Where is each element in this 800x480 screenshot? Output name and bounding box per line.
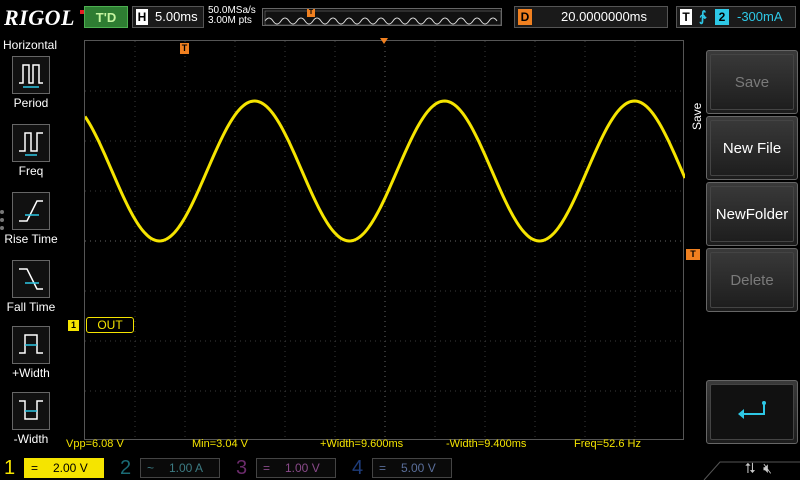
timebase-box[interactable]: H 5.00ms	[132, 6, 204, 28]
delay-box[interactable]: D 20.0000000ms	[514, 6, 668, 28]
channel2-scale: 1.00 A	[169, 461, 204, 475]
channel3-settings: = 1.00 V	[256, 458, 336, 478]
channel1-offset-marker[interactable]: 1	[68, 320, 79, 331]
horizontal-measure-menu: Horizontal Period Freq Rise Time Fall Ti…	[0, 36, 62, 456]
new-folder-button-label: NewFolder	[710, 186, 794, 242]
measure-freq: Freq=52.6 Hz	[574, 438, 641, 450]
memory-waveform-preview	[264, 10, 501, 25]
fall-time-label: Fall Time	[6, 300, 56, 314]
channel4-number: 4	[352, 457, 364, 479]
period-label: Period	[13, 96, 49, 110]
memory-trigger-marker: T	[307, 9, 315, 17]
new-file-button[interactable]: New File	[706, 116, 798, 180]
channel4-coupling: =	[379, 461, 387, 475]
mute-speaker-icon[interactable]: 🔇︎	[763, 460, 772, 476]
system-status-icons: ⮁ 🔇︎	[744, 460, 776, 477]
trigger-level: -300mA	[737, 9, 783, 24]
positive-width-label: +Width	[12, 366, 50, 380]
positive-width-icon	[12, 326, 50, 364]
back-button[interactable]	[706, 380, 798, 444]
measure-period[interactable]: Period	[0, 56, 62, 118]
acquisition-info: 50.0MSa/s 3.00M pts	[208, 6, 256, 26]
channel3-number: 3	[236, 457, 248, 479]
rise-time-label: Rise Time	[4, 232, 58, 246]
timebase-value: 5.00ms	[155, 9, 198, 24]
measure-nwidth: -Width=9.400ms	[446, 438, 527, 450]
rigol-logo: RIGOL	[4, 5, 75, 30]
channel2-number: 2	[120, 457, 132, 479]
graticule	[85, 41, 685, 441]
delete-button[interactable]: Delete	[706, 248, 798, 312]
trigger-position-marker[interactable]: T	[180, 43, 189, 54]
new-folder-button[interactable]: NewFolder	[706, 182, 798, 246]
channel2-settings: ~ 1.00 A	[140, 458, 220, 478]
negative-width-label: -Width	[13, 432, 49, 446]
measure-fall-time[interactable]: Fall Time	[0, 260, 62, 322]
memory-overview: T	[262, 8, 502, 26]
channel3-scale: 1.00 V	[285, 461, 320, 475]
save-menu-title: Save	[690, 102, 704, 130]
measure-positive-width[interactable]: +Width	[0, 326, 62, 388]
measure-negative-width[interactable]: -Width	[0, 392, 62, 454]
memory-depth: 3.00M pts	[208, 15, 252, 26]
period-icon	[12, 56, 50, 94]
freq-icon	[12, 124, 50, 162]
channel4-settings: = 5.00 V	[372, 458, 452, 478]
measure-min: Min=3.04 V	[192, 438, 248, 450]
usb-icon: ⮁	[744, 460, 756, 476]
freq-label: Freq	[18, 164, 44, 178]
measure-vpp: Vpp=6.08 V	[66, 438, 124, 450]
save-button[interactable]: Save	[706, 50, 798, 114]
channel2-coupling: ~	[147, 461, 155, 475]
channel4-scale: 5.00 V	[401, 461, 436, 475]
top-status-bar: RIGOL T'D H 5.00ms 50.0MSa/s 3.00M pts T…	[0, 0, 800, 36]
trigger-box[interactable]: T ∱ 2 -300mA	[676, 6, 796, 28]
menu-title: Horizontal	[3, 38, 58, 52]
trigger-source: 2	[715, 9, 729, 25]
center-time-marker	[380, 38, 388, 44]
run-status-badge[interactable]: T'D	[84, 6, 128, 28]
channel3-coupling: =	[263, 461, 271, 475]
trigger-label: T	[680, 9, 692, 25]
delete-button-label: Delete	[710, 252, 794, 308]
channel1-scale: 2.00 V	[53, 461, 88, 475]
horizontal-label: H	[136, 9, 148, 25]
rising-edge-icon: ∱	[699, 8, 707, 24]
return-arrow-icon	[738, 401, 766, 419]
save-button-label: Save	[710, 54, 794, 110]
delay-label: D	[518, 9, 532, 25]
fall-time-icon	[12, 260, 50, 298]
channel-bar: 1 = 2.00 V 2 ~ 1.00 A 3 = 1.00 V 4 = 5.0…	[0, 456, 800, 480]
measure-rise-time[interactable]: Rise Time	[0, 192, 62, 254]
new-file-button-label: New File	[710, 120, 794, 176]
delay-value: 20.0000000ms	[561, 9, 648, 24]
channel1-number: 1	[4, 457, 16, 479]
channel1-label[interactable]: OUT	[86, 317, 134, 333]
waveform-display[interactable]	[84, 40, 685, 441]
channel1-coupling: =	[31, 461, 39, 475]
measure-freq[interactable]: Freq	[0, 124, 62, 186]
rise-time-icon	[12, 192, 50, 230]
measure-pwidth: +Width=9.600ms	[320, 438, 404, 450]
channel1-settings: = 2.00 V	[24, 458, 104, 478]
measurement-bar: Vpp=6.08 V Min=3.04 V +Width=9.600ms -Wi…	[62, 437, 700, 453]
save-menu: Save Save New File NewFolder Delete	[686, 36, 800, 456]
negative-width-icon	[12, 392, 50, 430]
